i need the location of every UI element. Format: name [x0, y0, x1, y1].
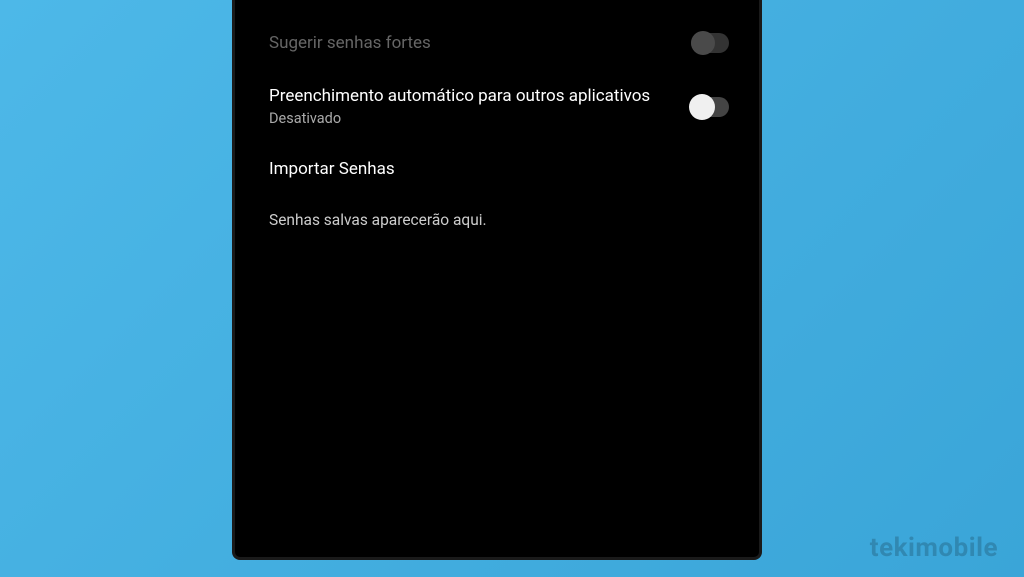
setting-text-container: Sugerir senhas fortes	[269, 32, 691, 55]
setting-title: Preenchimento automático para outros apl…	[269, 85, 675, 108]
setting-title: Sugerir senhas fortes	[269, 32, 675, 55]
setting-autofill-other-apps[interactable]: Preenchimento automático para outros apl…	[257, 73, 737, 141]
phone-frame: sempre que você entrar em um site. Suger…	[232, 0, 762, 560]
toggle-autofill-other-apps[interactable]	[691, 97, 729, 117]
link-title: Importar Senhas	[269, 159, 725, 179]
saved-passwords-empty-state: Senhas salvas aparecerão aqui.	[257, 197, 737, 243]
watermark-text: tekimobile	[870, 533, 998, 563]
settings-screen: sempre que você entrar em um site. Suger…	[257, 0, 737, 542]
toggle-suggest-strong-passwords[interactable]	[691, 33, 729, 53]
setting-text-container: Preenchimento automático para outros apl…	[269, 85, 691, 129]
setting-suggest-strong-passwords[interactable]: Sugerir senhas fortes	[257, 13, 737, 73]
setting-subtitle: Desativado	[269, 110, 675, 129]
setting-import-passwords[interactable]: Importar Senhas	[257, 141, 737, 197]
partial-description-text: sempre que você entrar em um site.	[257, 0, 737, 13]
